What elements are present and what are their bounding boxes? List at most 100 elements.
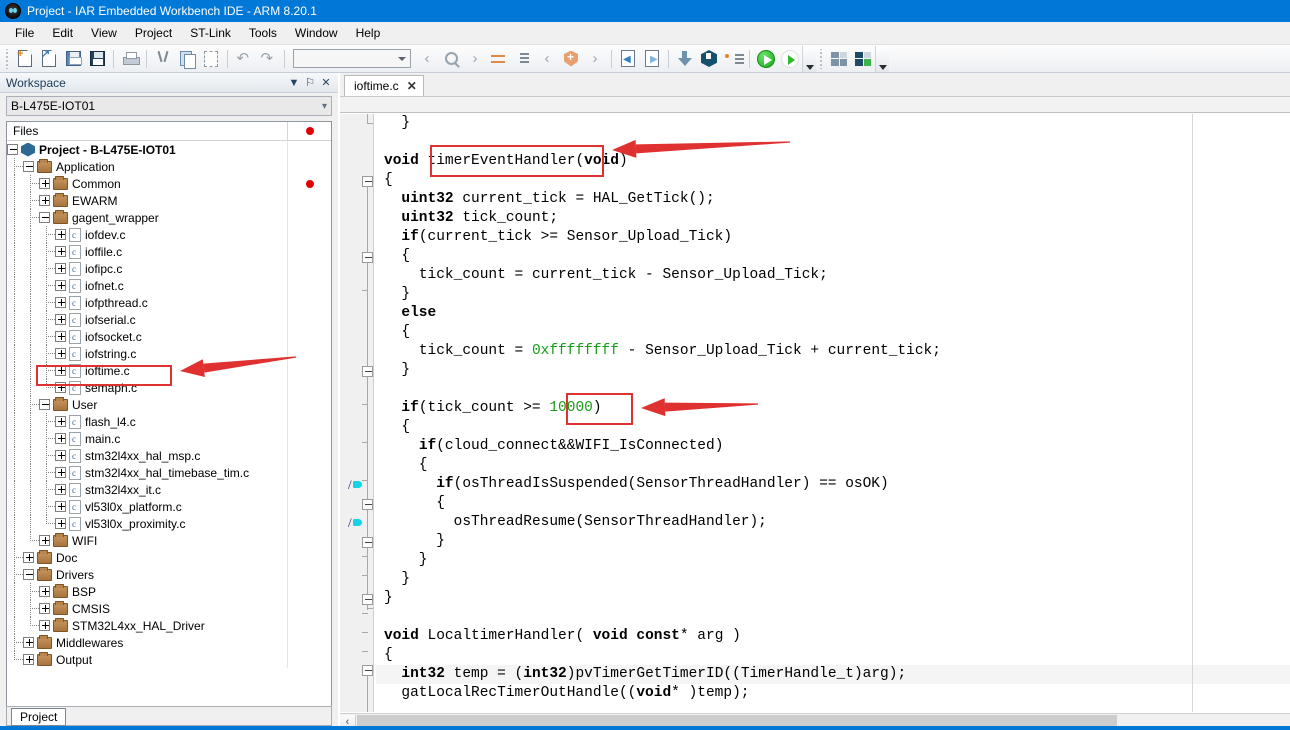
code-fold-toggle[interactable] — [362, 176, 373, 187]
tree-item-vl53l0x-platform-c[interactable]: vl53l0x_platform.c — [7, 498, 331, 515]
tree-item-bsp[interactable]: BSP — [7, 583, 331, 600]
tree-item-cmsis[interactable]: CMSIS — [7, 600, 331, 617]
tree-item-drivers[interactable]: Drivers — [7, 566, 331, 583]
menu-item-st-link[interactable]: ST-Link — [181, 23, 240, 43]
tree-collapse-icon[interactable] — [23, 569, 34, 580]
tree-expand-icon[interactable] — [39, 586, 50, 597]
tree-collapse-icon[interactable] — [39, 399, 50, 410]
tree-item-project-b-l475e-iot01[interactable]: Project - B-L475E-IOT01 — [7, 141, 331, 158]
tree-expand-icon[interactable] — [55, 314, 66, 325]
tree-collapse-icon[interactable] — [39, 212, 50, 223]
paste-icon[interactable] — [199, 47, 223, 71]
new-document-icon[interactable]: + — [13, 47, 37, 71]
workspace-tab-project[interactable]: Project — [11, 708, 66, 726]
tree-item-ioffile-c[interactable]: ioffile.c — [7, 243, 331, 260]
tree-item-main-c[interactable]: main.c — [7, 430, 331, 447]
menu-item-project[interactable]: Project — [126, 23, 181, 43]
tree-expand-icon[interactable] — [23, 552, 34, 563]
tree-item-wifi[interactable]: WIFI — [7, 532, 331, 549]
toolbar-grip[interactable] — [4, 49, 11, 69]
tree-expand-icon[interactable] — [55, 280, 66, 291]
tree-item-user[interactable]: User — [7, 396, 331, 413]
workspace-layout-add-icon[interactable] — [851, 47, 875, 71]
tree-item-stm32l4xx-hal-timebase-tim-c[interactable]: stm32l4xx_hal_timebase_tim.c — [7, 464, 331, 481]
next-bookmark-icon[interactable]: ▶ — [640, 47, 664, 71]
code-fold-toggle[interactable] — [362, 594, 373, 605]
tree-expand-icon[interactable] — [55, 365, 66, 376]
tree-expand-icon[interactable] — [55, 484, 66, 495]
print-icon[interactable] — [118, 47, 142, 71]
tree-expand-icon[interactable] — [55, 246, 66, 257]
tree-expand-icon[interactable] — [55, 416, 66, 427]
go-to-declaration-icon[interactable] — [511, 47, 535, 71]
compile-icon[interactable] — [673, 47, 697, 71]
editor-tab-ioftime-c[interactable]: ioftime.c ✕ — [344, 75, 424, 96]
tree-expand-icon[interactable] — [55, 263, 66, 274]
tree-item-stm32l4xx-it-c[interactable]: stm32l4xx_it.c — [7, 481, 331, 498]
open-document-icon[interactable]: ↗ — [37, 47, 61, 71]
tree-collapse-icon[interactable] — [7, 144, 18, 155]
tree-item-output[interactable]: Output — [7, 651, 331, 668]
toggle-source-header-icon[interactable] — [487, 47, 511, 71]
tree-item-iofnet-c[interactable]: iofnet.c — [7, 277, 331, 294]
quick-search-combo[interactable] — [293, 49, 411, 68]
navigate-next-icon[interactable]: › — [583, 47, 607, 71]
close-icon[interactable]: ✕ — [407, 79, 417, 93]
project-configuration-select[interactable]: B-L475E-IOT01 ▾ — [6, 96, 332, 116]
bookmark-icon[interactable] — [559, 47, 583, 71]
make-icon[interactable] — [697, 47, 721, 71]
navigate-back-icon[interactable]: ‹ — [415, 47, 439, 71]
tree-expand-icon[interactable] — [39, 535, 50, 546]
tree-expand-icon[interactable] — [23, 637, 34, 648]
tree-item-flash-l4-c[interactable]: flash_l4.c — [7, 413, 331, 430]
find-icon[interactable] — [439, 47, 463, 71]
tree-expand-icon[interactable] — [55, 467, 66, 478]
bookmark-marker-icon[interactable] — [348, 517, 362, 529]
code-fold-toggle[interactable] — [362, 366, 373, 377]
tree-item-ewarm[interactable]: EWARM — [7, 192, 331, 209]
menu-item-help[interactable]: Help — [347, 23, 390, 43]
navigate-forward-icon[interactable]: › — [463, 47, 487, 71]
tree-expand-icon[interactable] — [55, 518, 66, 529]
editor-gutter[interactable] — [340, 114, 374, 712]
redo-icon[interactable]: ↷ — [256, 47, 280, 71]
tree-expand-icon[interactable] — [23, 654, 34, 665]
workspace-layout-icon[interactable] — [827, 47, 851, 71]
code-text[interactable]: }void timerEventHandler(void){ uint32 cu… — [376, 114, 1290, 712]
copy-icon[interactable] — [175, 47, 199, 71]
tree-expand-icon[interactable] — [39, 620, 50, 631]
menu-item-tools[interactable]: Tools — [240, 23, 286, 43]
tree-item-gagent-wrapper[interactable]: gagent_wrapper — [7, 209, 331, 226]
panel-pin-icon[interactable]: ⚐ — [302, 76, 318, 89]
code-fold-toggle[interactable] — [362, 252, 373, 263]
code-fold-toggle[interactable] — [362, 499, 373, 510]
save-icon[interactable] — [61, 47, 85, 71]
panel-menu-icon[interactable]: ▼ — [286, 77, 302, 89]
undo-icon[interactable]: ↶ — [232, 47, 256, 71]
panel-close-icon[interactable]: ✕ — [318, 76, 334, 89]
tree-expand-icon[interactable] — [55, 229, 66, 240]
tree-item-iofserial-c[interactable]: iofserial.c — [7, 311, 331, 328]
bookmark-marker-icon[interactable] — [348, 479, 362, 491]
download-and-debug-icon[interactable] — [754, 47, 778, 71]
previous-bookmark-icon[interactable]: ◀ — [616, 47, 640, 71]
tree-item-stm32l4xx-hal-driver[interactable]: STM32L4xx_HAL_Driver — [7, 617, 331, 634]
tree-item-common[interactable]: Common — [7, 175, 331, 192]
code-fold-toggle[interactable] — [362, 665, 373, 676]
tree-item-middlewares[interactable]: Middlewares — [7, 634, 331, 651]
tree-expand-icon[interactable] — [55, 450, 66, 461]
toolbar-overflow-button[interactable] — [875, 46, 889, 72]
tree-expand-icon[interactable] — [39, 178, 50, 189]
tree-expand-icon[interactable] — [39, 195, 50, 206]
save-all-icon[interactable] — [85, 47, 109, 71]
code-fold-toggle[interactable] — [362, 537, 373, 548]
tree-item-iofpthread-c[interactable]: iofpthread.c — [7, 294, 331, 311]
tree-item-doc[interactable]: Doc — [7, 549, 331, 566]
tree-item-iofdev-c[interactable]: iofdev.c — [7, 226, 331, 243]
tree-expand-icon[interactable] — [55, 331, 66, 342]
cut-icon[interactable] — [151, 47, 175, 71]
tree-expand-icon[interactable] — [39, 603, 50, 614]
tree-expand-icon[interactable] — [55, 501, 66, 512]
tree-collapse-icon[interactable] — [23, 161, 34, 172]
toolbar-overflow-button[interactable] — [802, 46, 816, 72]
